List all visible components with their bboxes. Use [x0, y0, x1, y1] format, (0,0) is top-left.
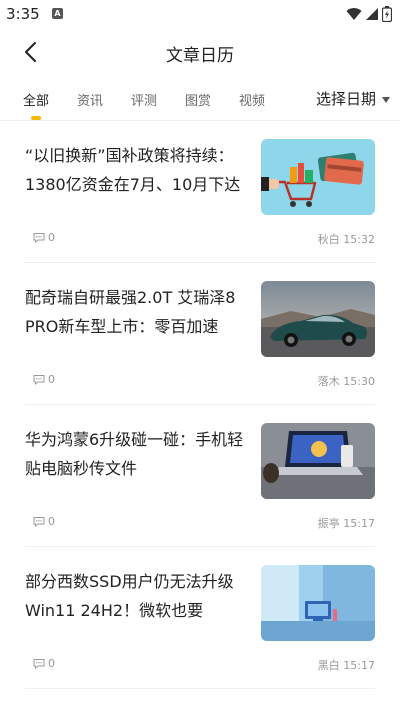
signal-icon [366, 8, 378, 20]
date-picker-label: 选择日期 [315, 90, 376, 108]
article-item[interactable]: “以旧换新”国补政策将持续：1380亿资金在7月、10月下达 0 秋白 15:3… [0, 121, 400, 263]
tab-all[interactable]: 全部 [23, 90, 49, 109]
tab-gallery[interactable]: 图赏 [185, 90, 211, 109]
tab-videos[interactable]: 视频 [239, 90, 265, 109]
comment-icon [33, 517, 45, 527]
article-thumbnail [261, 423, 375, 499]
article-item[interactable]: 部分西数SSD用户仍无法升级Win11 24H2！微软也要 0 黑白 15:17 [0, 547, 400, 689]
wifi-icon [346, 8, 362, 20]
article-item[interactable]: 华为鸿蒙6升级碰一碰：手机轻贴电脑秒传文件 0 振亭 15:17 [0, 405, 400, 547]
category-tabs: 全部 资讯 评测 图赏 视频 选择日期 [0, 80, 400, 120]
article-author: 黑白 [317, 659, 340, 672]
article-meta: 0 振亭 15:17 [25, 515, 375, 531]
battery-icon [382, 6, 392, 22]
date-picker-button[interactable]: 选择日期 [316, 88, 390, 109]
comment-icon [33, 659, 45, 669]
article-title: 华为鸿蒙6升级碰一碰：手机轻贴电脑秒传文件 [25, 430, 244, 478]
tab-reviews[interactable]: 评测 [131, 90, 157, 109]
comment-count: 0 [33, 231, 55, 244]
article-byline: 振亭 15:17 [318, 515, 375, 531]
article-list: “以旧换新”国补政策将持续：1380亿资金在7月、10月下达 0 秋白 15:3… [0, 121, 400, 689]
caret-down-icon [382, 96, 390, 103]
status-bar: 3:35 A [0, 0, 400, 28]
article-meta: 0 秋白 15:32 [25, 231, 375, 247]
article-author: 振亭 [317, 517, 340, 530]
article-time: 15:17 [343, 517, 375, 530]
windows-illustration [261, 565, 375, 641]
comment-count: 0 [33, 657, 55, 670]
article-byline: 黑白 15:17 [318, 657, 375, 673]
article-thumbnail [261, 281, 375, 357]
comment-count: 0 [33, 515, 55, 528]
article-title: 部分西数SSD用户仍无法升级Win11 24H2！微软也要 [25, 572, 234, 620]
article-time: 15:32 [343, 233, 375, 246]
article-meta: 0 黑白 15:17 [25, 657, 375, 673]
tab-news[interactable]: 资讯 [77, 90, 103, 109]
laptop-photo [261, 423, 375, 499]
page-title: 文章日历 [166, 46, 234, 66]
article-time: 15:30 [343, 375, 375, 388]
article-time: 15:17 [343, 659, 375, 672]
shopping-cart-illustration [261, 139, 375, 215]
system-icons [346, 6, 392, 22]
comment-icon [33, 233, 45, 243]
article-title: “以旧换新”国补政策将持续：1380亿资金在7月、10月下达 [25, 146, 241, 194]
article-author: 落木 [317, 375, 340, 388]
comment-count-value: 0 [48, 515, 55, 528]
article-author: 秋白 [317, 233, 340, 246]
article-byline: 落木 15:30 [318, 373, 375, 389]
app-bar: 文章日历 [0, 28, 400, 76]
article-thumbnail [261, 139, 375, 215]
comment-count-value: 0 [48, 373, 55, 386]
status-time: 3:35 [6, 5, 40, 23]
article-byline: 秋白 15:32 [318, 231, 375, 247]
comment-count-value: 0 [48, 657, 55, 670]
comment-count-value: 0 [48, 231, 55, 244]
article-thumbnail [261, 565, 375, 641]
notification-icon: A [52, 8, 63, 19]
item-divider [25, 688, 375, 689]
article-meta: 0 落木 15:30 [25, 373, 375, 389]
car-photo [261, 281, 375, 357]
comment-icon [33, 375, 45, 385]
comment-count: 0 [33, 373, 55, 386]
article-title: 配奇瑞自研最强2.0T 艾瑞泽8 PRO新车型上市：零百加速 [25, 288, 236, 336]
article-item[interactable]: 配奇瑞自研最强2.0T 艾瑞泽8 PRO新车型上市：零百加速 0 落木 15:3… [0, 263, 400, 405]
